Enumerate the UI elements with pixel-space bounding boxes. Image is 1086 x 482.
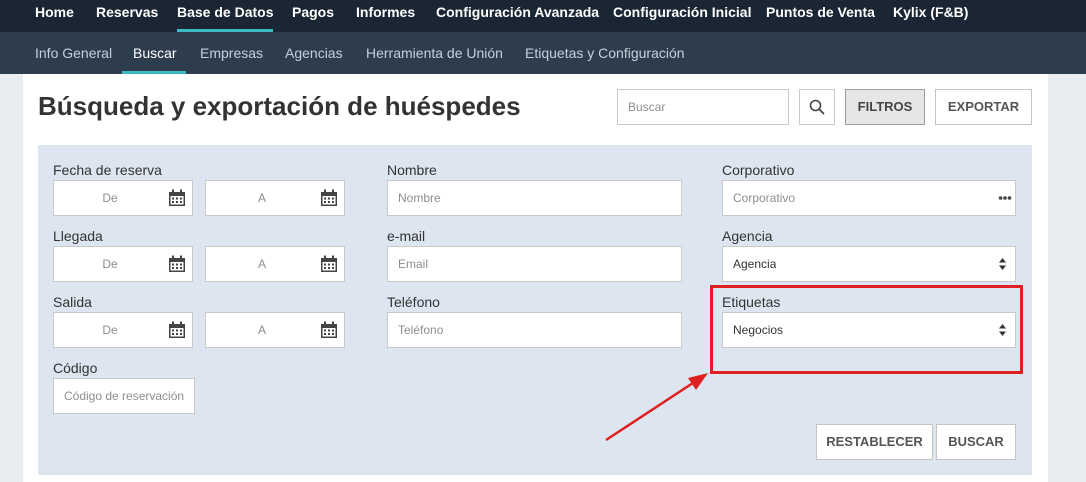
departure-from-placeholder: De (102, 323, 118, 337)
booking-date-from-placeholder: De (102, 191, 118, 205)
code-field[interactable]: Código de reservación (53, 378, 195, 414)
search-icon (809, 99, 825, 115)
sub-navigation: Info General Buscar Empresas Agencias He… (0, 32, 1086, 74)
booking-date-to-placeholder: A (257, 191, 266, 205)
name-placeholder: Nombre (398, 191, 441, 205)
page-title: Búsqueda y exportación de huéspedes (38, 91, 521, 121)
nav-base-de-datos[interactable]: Base de Datos (177, 0, 274, 32)
nav-reservas[interactable]: Reservas (96, 0, 158, 32)
phone-placeholder: Teléfono (398, 323, 444, 337)
arrival-to-placeholder: A (257, 257, 266, 271)
email-placeholder: Email (398, 257, 429, 271)
annotation-arrow-icon (605, 373, 708, 442)
arrival-from-field[interactable]: De (53, 246, 193, 282)
departure-to-placeholder: A (257, 323, 266, 337)
phone-label: Teléfono (387, 294, 440, 310)
nav-kylix[interactable]: Kylix (F&B) (893, 0, 968, 32)
departure-to-field[interactable]: A (205, 312, 345, 348)
top-navigation: Home Reservas Base de Datos Pagos Inform… (0, 0, 1086, 32)
ellipsis-icon[interactable] (998, 192, 1012, 204)
calendar-icon[interactable] (168, 189, 186, 207)
export-button[interactable]: EXPORTAR (935, 89, 1032, 125)
calendar-icon[interactable] (320, 189, 338, 207)
booking-date-label: Fecha de reserva (53, 162, 162, 178)
corporate-field[interactable]: Corporativo (722, 180, 1016, 216)
nav-configuracion-inicial[interactable]: Configuración Inicial (613, 0, 751, 32)
corporate-placeholder: Corporativo (733, 191, 796, 205)
nav-puntos-de-venta[interactable]: Puntos de Venta (766, 0, 875, 32)
tab-info-general[interactable]: Info General (35, 32, 112, 74)
nav-home[interactable]: Home (35, 0, 74, 32)
dropdown-arrows-icon (999, 258, 1006, 270)
filters-button[interactable]: FILTROS (845, 89, 925, 125)
tab-herramienta-de-union[interactable]: Herramienta de Unión (366, 32, 503, 74)
calendar-icon[interactable] (320, 321, 338, 339)
departure-label: Salida (53, 294, 92, 310)
code-placeholder: Código de reservación (64, 389, 185, 403)
arrival-from-placeholder: De (102, 257, 118, 271)
agency-value: Agencia (733, 257, 777, 271)
tab-agencias[interactable]: Agencias (285, 32, 343, 74)
tab-buscar[interactable]: Buscar (133, 32, 177, 74)
email-label: e-mail (387, 228, 426, 244)
booking-date-to-field[interactable]: A (205, 180, 345, 216)
booking-date-from-field[interactable]: De (53, 180, 193, 216)
search-input[interactable] (617, 89, 789, 125)
search-button[interactable] (799, 89, 835, 125)
arrival-label: Llegada (53, 228, 103, 244)
code-label: Código (53, 360, 98, 376)
calendar-icon[interactable] (320, 255, 338, 273)
phone-field[interactable]: Teléfono (387, 312, 682, 348)
annotation-highlight-box (710, 285, 1023, 374)
nav-informes[interactable]: Informes (356, 0, 415, 32)
corporate-label: Corporativo (722, 162, 795, 178)
tab-etiquetas-y-configuracion[interactable]: Etiquetas y Configuración (525, 32, 685, 74)
name-field[interactable]: Nombre (387, 180, 682, 216)
calendar-icon[interactable] (168, 321, 186, 339)
name-label: Nombre (387, 162, 437, 178)
search-submit-button[interactable]: BUSCAR (936, 424, 1016, 460)
agency-select[interactable]: Agencia (722, 246, 1016, 282)
arrival-to-field[interactable]: A (205, 246, 345, 282)
nav-pagos[interactable]: Pagos (292, 0, 334, 32)
departure-from-field[interactable]: De (53, 312, 193, 348)
email-field[interactable]: Email (387, 246, 682, 282)
calendar-icon[interactable] (168, 255, 186, 273)
agency-label: Agencia (722, 228, 773, 244)
nav-configuracion-avanzada[interactable]: Configuración Avanzada (436, 0, 599, 32)
tab-empresas[interactable]: Empresas (200, 32, 263, 74)
reset-button[interactable]: RESTABLECER (816, 424, 933, 460)
